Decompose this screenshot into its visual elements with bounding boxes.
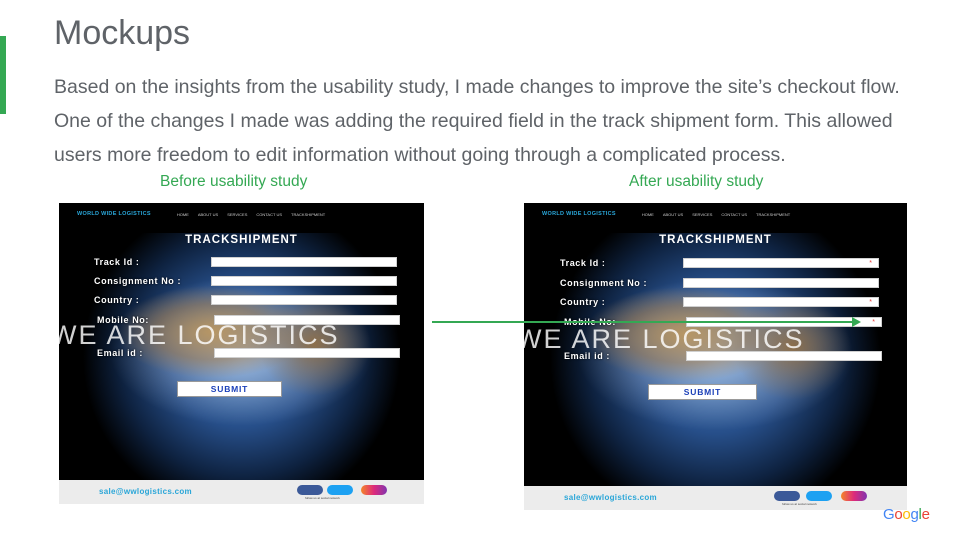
body-line: One of the changes I made was adding the… [54,110,893,132]
mockup-logo[interactable]: WORLD WIDE LOGISTICS [77,211,151,217]
country-input[interactable] [211,295,397,305]
google-logo-letter: e [921,506,930,523]
mockup-nav-links: HOME ABOUT US SERVICES CONTACT US TRACKS… [642,212,790,217]
instagram-icon[interactable] [841,491,867,501]
body-line: Based on the insights from the usability… [54,76,900,98]
nav-link-about[interactable]: ABOUT US [663,212,683,217]
nav-link-home[interactable]: HOME [177,212,189,217]
google-logo-letter: g [910,506,919,523]
mockup-after: WORLD WIDE LOGISTICS HOME ABOUT US SERVI… [524,203,907,510]
nav-link-about[interactable]: ABOUT US [198,212,218,217]
nav-link-services[interactable]: SERVICES [692,212,712,217]
mockup-logo[interactable]: WORLD WIDE LOGISTICS [542,211,616,217]
nav-link-trackshipment[interactable]: TRACKSHIPMENT [756,212,790,217]
facebook-icon[interactable] [297,485,323,495]
watermark-text: WE ARE LOGISTICS [59,320,340,350]
track-id-label: Track Id : [560,258,606,268]
consignment-label: Consignment No : [94,276,182,286]
instagram-icon[interactable] [361,485,387,495]
required-marker: * [872,319,875,326]
email-label: Email id : [564,351,611,361]
slide-title: Mockups [54,14,191,52]
footer-email[interactable]: sale@wwlogistics.com [564,493,657,502]
mockup-nav-links: HOME ABOUT US SERVICES CONTACT US TRACKS… [177,212,325,217]
email-input[interactable] [214,348,400,358]
track-id-input[interactable] [211,257,397,267]
footer-social-text: follow us at social network [782,502,817,506]
facebook-icon[interactable] [774,491,800,501]
nav-link-trackshipment[interactable]: TRACKSHIPMENT [291,212,325,217]
accent-bar [0,36,6,114]
mockup-heading: TRACKSHIPMENT [185,234,298,246]
comparison-arrow-line [432,321,854,323]
nav-link-services[interactable]: SERVICES [227,212,247,217]
country-label: Country : [560,297,606,307]
email-input[interactable] [686,351,882,361]
mockup-footer: sale@wwlogistics.com follow us at social… [59,480,424,504]
mockup-nav: WORLD WIDE LOGISTICS HOME ABOUT US SERVI… [59,203,424,225]
track-id-input[interactable]: * [683,258,879,268]
submit-button[interactable]: SUBMIT [177,381,282,397]
consignment-input[interactable] [211,276,397,286]
required-marker: * [869,260,872,267]
mockup-before: WORLD WIDE LOGISTICS HOME ABOUT US SERVI… [59,203,424,504]
google-logo-letter: G [883,506,895,523]
email-label: Email id : [97,348,144,358]
body-line: users more freedom to edit information w… [54,144,786,166]
google-logo: Google [883,506,930,523]
submit-button[interactable]: SUBMIT [648,384,757,400]
nav-link-contact[interactable]: CONTACT US [256,212,282,217]
nav-link-home[interactable]: HOME [642,212,654,217]
footer-social-text: follow us at social network [305,496,340,500]
mockup-footer: sale@wwlogistics.com follow us at social… [524,486,907,510]
track-id-label: Track Id : [94,257,140,267]
slide-body: Based on the insights from the usability… [54,70,934,172]
caption-after: After usability study [629,173,764,190]
required-marker: * [869,299,872,306]
twitter-icon[interactable] [806,491,832,501]
consignment-input[interactable] [683,278,879,288]
country-input[interactable]: * [683,297,879,307]
nav-link-contact[interactable]: CONTACT US [721,212,747,217]
caption-before: Before usability study [160,173,308,190]
mockup-nav: WORLD WIDE LOGISTICS HOME ABOUT US SERVI… [524,203,907,225]
mockup-heading: TRACKSHIPMENT [659,234,772,246]
twitter-icon[interactable] [327,485,353,495]
consignment-label: Consignment No : [560,278,648,288]
country-label: Country : [94,295,140,305]
comparison-arrow-head [852,317,861,327]
footer-email[interactable]: sale@wwlogistics.com [99,487,192,496]
